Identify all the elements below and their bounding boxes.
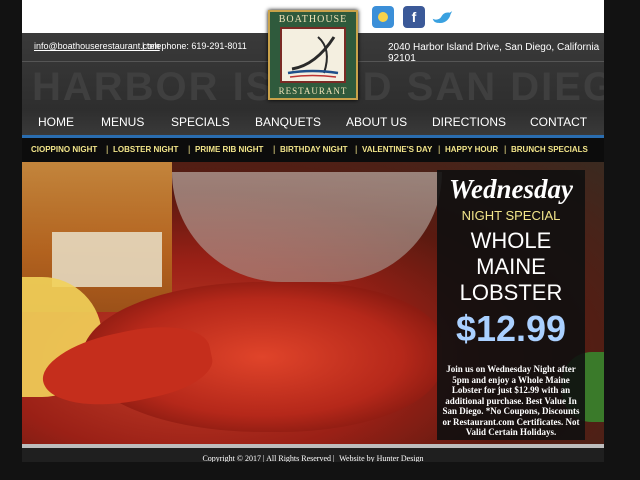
twitter-bird-icon[interactable] — [431, 6, 453, 28]
nav-contact[interactable]: CONTACT — [530, 115, 587, 129]
weather-icon[interactable] — [372, 6, 394, 28]
subnav-brunch-specials[interactable]: BRUNCH SPECIALS — [511, 145, 588, 154]
promo-panel: Wednesday NIGHT SPECIAL WHOLE MAINE LOBS… — [437, 170, 585, 440]
nav-about-us[interactable]: ABOUT US — [346, 115, 407, 129]
subnav-cioppino-night[interactable]: CIOPPINO NIGHT — [31, 145, 97, 154]
subnav-lobster-night[interactable]: LOBSTER NIGHT — [113, 145, 178, 154]
subnav-separator: | — [106, 144, 109, 154]
promo-body: Join us on Wednesday Night after 5pm and… — [442, 364, 580, 437]
hero-banner[interactable]: Wednesday NIGHT SPECIAL WHOLE MAINE LOBS… — [22, 162, 604, 444]
phone-text: | telephone: 619-291-8011 — [142, 41, 247, 51]
facebook-letter: f — [411, 9, 417, 25]
promo-special: NIGHT SPECIAL — [461, 208, 561, 223]
subnav-separator: | — [504, 144, 507, 154]
nav-menus[interactable]: MENUS — [101, 115, 144, 129]
page: f info@boathouserestaurant.com | telepho… — [0, 0, 640, 480]
bottle-label-image — [52, 232, 162, 287]
site-frame: f info@boathouserestaurant.com | telepho… — [22, 0, 604, 462]
subnav-birthday-night[interactable]: BIRTHDAY NIGHT — [280, 145, 348, 154]
nav-home[interactable]: HOME — [38, 115, 74, 129]
restaurant-logo[interactable]: BOATHOUSE RESTAURANT — [268, 10, 358, 100]
sailboat-icon — [280, 27, 346, 83]
nav-banquets[interactable]: BANQUETS — [255, 115, 321, 129]
designer-credit-link[interactable]: Website by Hunter Design — [339, 454, 423, 462]
promo-line-3: LOBSTER — [459, 280, 563, 305]
copyright-text: Copyright © 2017 | All Rights Reserved | — [202, 454, 335, 462]
subnav-prime-rib-night[interactable]: PRIME RIB NIGHT — [195, 145, 263, 154]
promo-price: $12.99 — [455, 308, 567, 349]
subnav-separator: | — [273, 144, 276, 154]
promo-line-2: MAINE — [476, 254, 546, 279]
subnav-separator: | — [188, 144, 191, 154]
subnav-valentines-day[interactable]: VALENTINE'S DAY — [362, 145, 432, 154]
specials-subnav: CIOPPINO NIGHT | LOBSTER NIGHT | PRIME R… — [22, 138, 604, 162]
promo-line-1: WHOLE — [470, 228, 552, 253]
email-link[interactable]: info@boathouserestaurant.com — [34, 41, 160, 51]
nav-specials[interactable]: SPECIALS — [171, 115, 230, 129]
footer: Copyright © 2017 | All Rights Reserved |… — [22, 448, 604, 462]
subnav-separator: | — [355, 144, 358, 154]
nav-directions[interactable]: DIRECTIONS — [432, 115, 506, 129]
facebook-icon[interactable]: f — [403, 6, 425, 28]
glass-image — [172, 172, 442, 282]
logo-bottom-text: RESTAURANT — [278, 86, 348, 96]
logo-top-text: BOATHOUSE — [278, 14, 348, 25]
main-nav: HOME MENUS SPECIALS BANQUETS ABOUT US DI… — [22, 108, 604, 136]
subnav-happy-hour[interactable]: HAPPY HOUR — [445, 145, 498, 154]
subnav-separator: | — [438, 144, 441, 154]
promo-day: Wednesday — [449, 174, 573, 204]
